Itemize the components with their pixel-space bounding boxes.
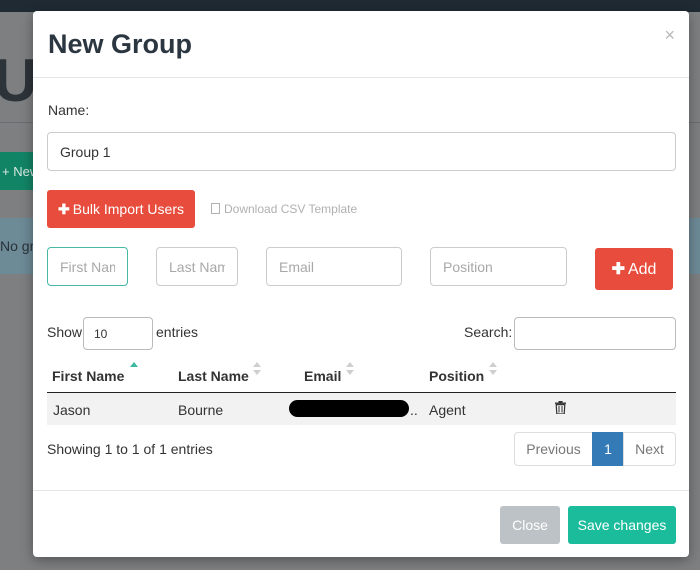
position-input[interactable] — [430, 247, 567, 286]
modal-title: New Group — [48, 29, 193, 59]
email-input[interactable] — [266, 247, 402, 286]
cell-last-name: Bourne — [178, 402, 224, 418]
column-header-last-name[interactable]: Last Name — [178, 368, 249, 384]
column-header-position[interactable]: Position — [429, 368, 484, 384]
background-alert-text: No gr — [0, 238, 35, 254]
download-csv-template-link[interactable]: Download CSV Template — [211, 202, 357, 216]
sort-asc-icon — [130, 362, 138, 376]
column-header-email[interactable]: Email — [304, 368, 341, 384]
entries-label: entries — [156, 324, 199, 340]
redacted-email — [289, 400, 409, 417]
cell-first-name: Jason — [53, 402, 91, 418]
sort-icon — [489, 362, 497, 376]
pagination-page-1-button[interactable]: 1 — [592, 432, 624, 466]
cell-position: Agent — [429, 402, 466, 418]
bulk-import-users-button[interactable]: ✚ Bulk Import Users — [47, 190, 195, 228]
sort-icon — [346, 362, 354, 376]
background-new-button: + New — [0, 152, 34, 190]
pagination-next-button[interactable]: Next — [623, 432, 676, 466]
first-name-input[interactable] — [47, 247, 128, 286]
bulk-import-label: Bulk Import Users — [72, 200, 184, 217]
show-label: Show — [47, 324, 83, 340]
modal-footer-divider — [33, 490, 689, 491]
pagination-previous-button[interactable]: Previous — [514, 432, 593, 466]
name-label: Name: — [48, 102, 90, 118]
column-header-first-name[interactable]: First Name — [52, 368, 124, 384]
last-name-input[interactable] — [156, 247, 238, 286]
plus-icon: ✚ — [58, 200, 70, 217]
table-search-input[interactable] — [514, 317, 676, 350]
modal-header: New Group × — [33, 11, 689, 78]
close-button[interactable]: Close — [500, 506, 560, 544]
table-info: Showing 1 to 1 of 1 entries — [47, 441, 213, 457]
save-changes-button[interactable]: Save changes — [568, 506, 676, 544]
cell-email-overflow: .. — [410, 402, 418, 418]
new-group-modal: New Group × Name: ✚Bulk Import Users Dow… — [33, 11, 689, 557]
close-icon[interactable]: × — [664, 25, 675, 46]
entries-per-page-select[interactable]: 10 — [83, 317, 153, 350]
file-icon — [211, 203, 220, 214]
sort-icon — [253, 362, 261, 376]
trash-icon[interactable] — [555, 401, 566, 414]
search-label: Search: — [464, 324, 513, 340]
group-name-input[interactable] — [47, 132, 676, 171]
add-user-label: Add — [627, 261, 657, 278]
plus-icon: ✚ — [611, 261, 625, 278]
download-csv-label: Download CSV Template — [224, 202, 358, 216]
add-user-button[interactable]: ✚ Add — [595, 248, 673, 290]
